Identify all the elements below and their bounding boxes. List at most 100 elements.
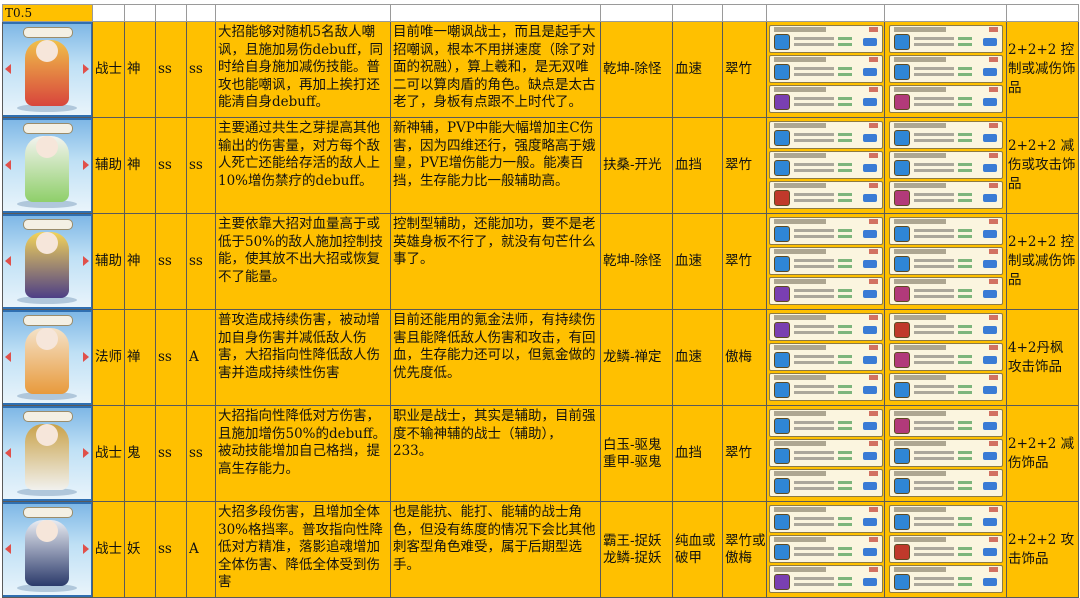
upgrade-button[interactable] bbox=[862, 386, 877, 394]
upgrade-button[interactable] bbox=[862, 578, 877, 586]
full-level-mark bbox=[988, 153, 998, 158]
upgrade-button[interactable] bbox=[862, 194, 877, 202]
stat-value bbox=[957, 457, 972, 460]
upgrade-button[interactable] bbox=[862, 518, 877, 526]
upgrade-button[interactable] bbox=[862, 230, 877, 238]
gem-icon bbox=[773, 34, 790, 50]
gem-stat-card bbox=[768, 85, 883, 113]
next-arrow-icon[interactable] bbox=[83, 352, 89, 362]
upgrade-button[interactable] bbox=[982, 98, 997, 106]
stat-value bbox=[837, 67, 852, 70]
stat-line bbox=[793, 331, 834, 334]
upgrade-button[interactable] bbox=[982, 386, 997, 394]
upgrade-button[interactable] bbox=[982, 452, 997, 460]
gem-icon bbox=[773, 478, 790, 494]
gem-icon bbox=[893, 64, 910, 80]
stat-value bbox=[957, 229, 972, 232]
stat-line bbox=[913, 235, 954, 238]
next-arrow-icon[interactable] bbox=[83, 160, 89, 170]
hero-head bbox=[36, 136, 58, 158]
upgrade-button[interactable] bbox=[982, 518, 997, 526]
gem-icon bbox=[773, 352, 790, 368]
stat-line bbox=[793, 289, 834, 292]
upgrade-button[interactable] bbox=[862, 290, 877, 298]
upgrade-button[interactable] bbox=[982, 260, 997, 268]
stat-line bbox=[913, 451, 954, 454]
upgrade-button[interactable] bbox=[982, 38, 997, 46]
upgrade-button[interactable] bbox=[982, 230, 997, 238]
gem-title bbox=[893, 567, 946, 572]
hero-portrait[interactable] bbox=[2, 117, 93, 214]
upgrade-button[interactable] bbox=[862, 422, 877, 430]
upgrade-button[interactable] bbox=[982, 68, 997, 76]
gem-screenshot-panel bbox=[766, 213, 885, 310]
upgrade-button[interactable] bbox=[862, 452, 877, 460]
hero-grade-pve: ss bbox=[186, 21, 216, 118]
portrait-art bbox=[3, 24, 91, 115]
hero-portrait[interactable] bbox=[2, 405, 93, 502]
next-arrow-icon[interactable] bbox=[83, 64, 89, 74]
full-level-mark bbox=[988, 471, 998, 476]
stat-line bbox=[913, 391, 954, 394]
stat-value bbox=[837, 421, 852, 424]
hero-portrait[interactable] bbox=[2, 21, 93, 118]
hero-grade-pve: A bbox=[186, 309, 216, 406]
gem-stat-card bbox=[888, 151, 1003, 179]
prev-arrow-icon[interactable] bbox=[5, 448, 11, 458]
upgrade-button[interactable] bbox=[982, 482, 997, 490]
next-arrow-icon[interactable] bbox=[83, 448, 89, 458]
prev-arrow-icon[interactable] bbox=[5, 160, 11, 170]
upgrade-button[interactable] bbox=[862, 482, 877, 490]
stat-line bbox=[793, 229, 834, 232]
gem-icon bbox=[893, 34, 910, 50]
upgrade-button[interactable] bbox=[862, 38, 877, 46]
gem-title bbox=[893, 507, 946, 512]
hero-comment: 也是能抗、能打、能辅的战士角色，但没有练度的情况下会比其他刺客型角色难受，属于后… bbox=[390, 501, 601, 598]
stat-line bbox=[793, 163, 834, 166]
upgrade-button[interactable] bbox=[982, 356, 997, 364]
skill-set: 乾坤-除怪 bbox=[600, 213, 673, 310]
full-level-mark bbox=[868, 153, 878, 158]
prev-arrow-icon[interactable] bbox=[5, 352, 11, 362]
prev-arrow-icon[interactable] bbox=[5, 64, 11, 74]
gem-title bbox=[773, 183, 826, 188]
crystal-choice: 翠竹或傲梅 bbox=[722, 501, 767, 598]
gem-title bbox=[773, 537, 826, 542]
prev-arrow-icon[interactable] bbox=[5, 544, 11, 554]
upgrade-button[interactable] bbox=[862, 98, 877, 106]
hero-portrait[interactable] bbox=[2, 501, 93, 598]
full-level-mark bbox=[988, 249, 998, 254]
next-arrow-icon[interactable] bbox=[83, 544, 89, 554]
upgrade-button[interactable] bbox=[982, 578, 997, 586]
gem-stat-card bbox=[768, 181, 883, 209]
upgrade-button[interactable] bbox=[982, 548, 997, 556]
upgrade-button[interactable] bbox=[862, 134, 877, 142]
upgrade-button[interactable] bbox=[982, 326, 997, 334]
upgrade-button[interactable] bbox=[862, 68, 877, 76]
upgrade-button[interactable] bbox=[982, 422, 997, 430]
stat-value bbox=[837, 139, 852, 142]
upgrade-button[interactable] bbox=[862, 164, 877, 172]
upgrade-button[interactable] bbox=[862, 326, 877, 334]
stat-value bbox=[837, 169, 852, 172]
upgrade-button[interactable] bbox=[982, 134, 997, 142]
gem-stat-card bbox=[888, 565, 1003, 593]
prev-arrow-icon[interactable] bbox=[5, 256, 11, 266]
full-level-mark bbox=[988, 567, 998, 572]
upgrade-button[interactable] bbox=[862, 356, 877, 364]
upgrade-button[interactable] bbox=[982, 290, 997, 298]
stat-value bbox=[837, 355, 852, 358]
hero-portrait[interactable] bbox=[2, 213, 93, 310]
stat-value bbox=[837, 547, 852, 550]
hero-portrait[interactable] bbox=[2, 309, 93, 406]
upgrade-button[interactable] bbox=[982, 194, 997, 202]
gem-stat-card bbox=[888, 217, 1003, 245]
hero-grade-pvp: ss bbox=[155, 21, 187, 118]
full-level-mark bbox=[868, 57, 878, 62]
skill-description: 主要通过共生之芽提高其他输出的伤害量，对方每个敌人死亡还能给存活的敌人上10%增… bbox=[215, 117, 391, 214]
next-arrow-icon[interactable] bbox=[83, 256, 89, 266]
upgrade-button[interactable] bbox=[862, 548, 877, 556]
gem-icon bbox=[893, 226, 910, 242]
upgrade-button[interactable] bbox=[862, 260, 877, 268]
upgrade-button[interactable] bbox=[982, 164, 997, 172]
